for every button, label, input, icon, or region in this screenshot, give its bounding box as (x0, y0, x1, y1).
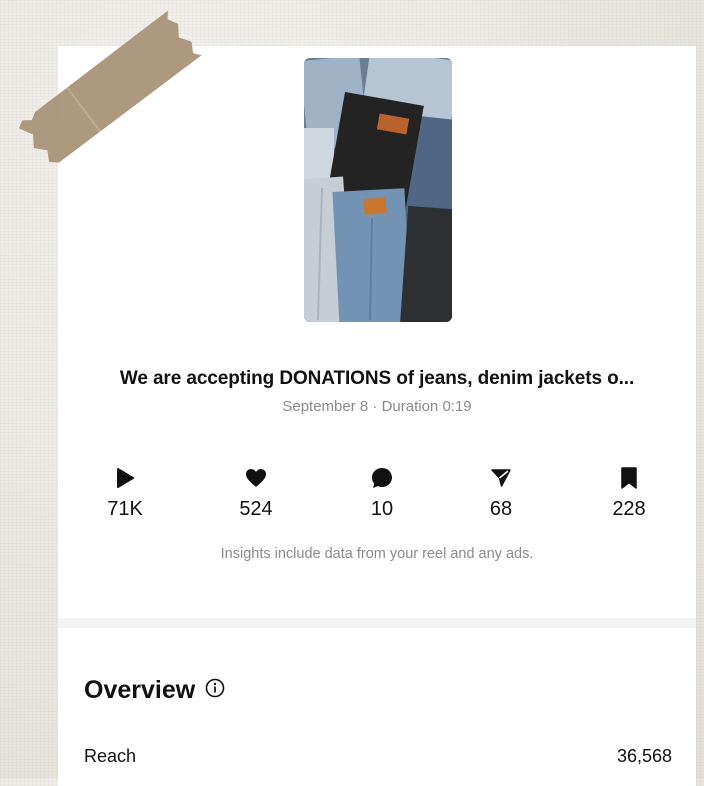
share-icon (456, 466, 546, 490)
denim-stack-thumbnail (304, 58, 452, 322)
reel-caption: We are accepting DONATIONS of jeans, den… (119, 368, 635, 389)
reel-insights-card: We are accepting DONATIONS of jeans, den… (58, 46, 696, 786)
stat-comments-value: 10 (370, 498, 394, 520)
stat-shares-value: 68 (489, 498, 513, 520)
overview-row-label: Reach (84, 746, 137, 766)
play-icon (80, 466, 170, 490)
overview-header: Overview (84, 676, 225, 705)
heart-icon (211, 466, 301, 490)
bookmark-icon (584, 466, 674, 490)
stat-saves[interactable]: 228 (584, 466, 674, 521)
section-divider (58, 618, 696, 628)
insights-note: Insights include data from your reel and… (220, 546, 534, 562)
comment-icon (337, 466, 427, 490)
overview-title: Overview (84, 676, 196, 704)
reel-date-duration: September 8 · Duration 0:19 (282, 398, 472, 415)
overview-row-value: 36,568 (616, 746, 672, 766)
reel-stats-row: 71K 524 10 68 228 (58, 466, 696, 530)
stat-plays-value: 71K (107, 498, 143, 520)
reel-thumbnail[interactable] (304, 58, 452, 322)
stat-likes[interactable]: 524 (211, 466, 301, 521)
stat-plays[interactable]: 71K (80, 466, 170, 521)
info-icon[interactable] (205, 678, 225, 703)
stat-likes-value: 524 (239, 498, 273, 520)
stat-comments[interactable]: 10 (337, 466, 427, 521)
stat-shares[interactable]: 68 (456, 466, 546, 521)
overview-row-reach: Reach 36,568 (84, 746, 672, 767)
stat-saves-value: 228 (612, 498, 646, 520)
